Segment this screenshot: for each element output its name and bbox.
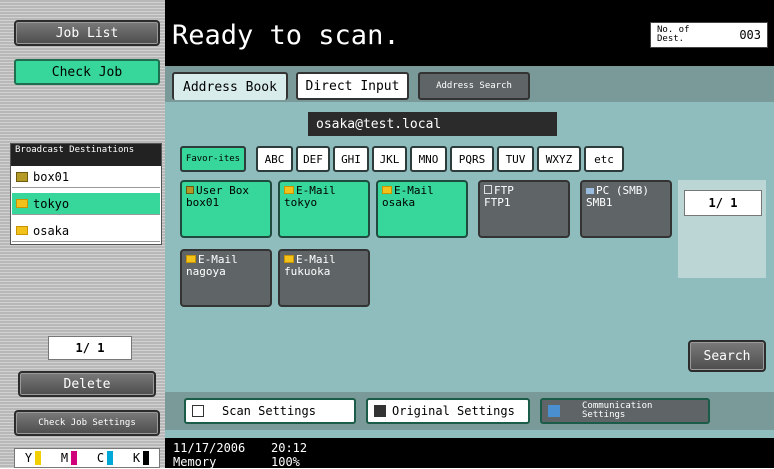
broadcast-pager: 1/ 1 (48, 336, 132, 360)
index-tab-tuv[interactable]: TUV (497, 146, 534, 172)
delete-button[interactable]: Delete (18, 371, 156, 397)
address-tile-nagoya[interactable]: E-Mail nagoya (180, 249, 272, 307)
communication-settings-button[interactable]: Communication Settings (540, 398, 710, 424)
broadcast-item[interactable]: box01 (12, 166, 160, 188)
selected-destination-field: osaka@test.local (308, 112, 557, 136)
envelope-icon (16, 226, 28, 235)
toner-black: K (133, 451, 150, 465)
address-tile-tokyo[interactable]: E-Mail tokyo (278, 180, 370, 238)
tab-address-search[interactable]: Address Search (418, 72, 530, 100)
envelope-icon (382, 186, 392, 194)
job-list-button[interactable]: Job List (14, 20, 160, 46)
envelope-icon (16, 199, 28, 208)
scan-settings-icon (192, 405, 204, 417)
index-tab-def[interactable]: DEF (296, 146, 330, 172)
number-of-destinations: No. of Dest. 003 (650, 22, 768, 48)
index-tab-pqrs[interactable]: PQRS (450, 146, 494, 172)
address-tile-osaka[interactable]: E-Mail osaka (376, 180, 468, 238)
original-settings-icon (374, 405, 386, 417)
original-settings-button[interactable]: Original Settings (366, 398, 530, 424)
scan-settings-button[interactable]: Scan Settings (184, 398, 356, 424)
index-tab-jkl[interactable]: JKL (372, 146, 407, 172)
broadcast-item[interactable]: tokyo (12, 193, 160, 215)
num-dest-label: No. of Dest. (657, 25, 690, 44)
tab-direct-input[interactable]: Direct Input (296, 72, 409, 100)
pc-icon (586, 188, 594, 194)
communication-settings-icon (548, 405, 560, 417)
toner-yellow: Y (25, 451, 42, 465)
page-indicator: 1/ 1 (684, 190, 762, 216)
check-job-button[interactable]: Check Job (14, 59, 160, 85)
broadcast-item-label: tokyo (33, 196, 70, 211)
address-tile-ftp1[interactable]: FTP FTP1 (478, 180, 570, 238)
envelope-icon (284, 255, 294, 263)
index-tab-mno[interactable]: MNO (410, 146, 447, 172)
address-tile-smb1[interactable]: PC (SMB) SMB1 (580, 180, 672, 238)
address-tile-fukuoka[interactable]: E-Mail fukuoka (278, 249, 370, 307)
index-tab-etc[interactable]: etc (584, 146, 624, 172)
envelope-icon (186, 255, 196, 263)
user-box-icon (16, 171, 28, 182)
broadcast-item-label: osaka (33, 223, 70, 238)
broadcast-title: Broadcast Destinations (11, 144, 161, 166)
status-message: Ready to scan. (172, 20, 400, 51)
user-box-icon (186, 186, 194, 194)
index-tab-favorites[interactable]: Favor-ites (180, 146, 246, 172)
status-time: 20:12 (271, 441, 308, 455)
status-bar: 11/17/2006 20:12 Memory 100% (165, 438, 774, 469)
toner-indicator: Y M C K (14, 448, 160, 468)
index-tab-wxyz[interactable]: WXYZ (537, 146, 581, 172)
ftp-icon (484, 185, 492, 194)
toner-cyan: C (97, 451, 114, 465)
address-tile-box01[interactable]: User Box box01 (180, 180, 272, 238)
broadcast-item[interactable]: osaka (12, 220, 160, 242)
toner-magenta: M (61, 451, 78, 465)
index-tab-abc[interactable]: ABC (256, 146, 293, 172)
memory-value: 100% (271, 455, 300, 469)
num-dest-value: 003 (739, 28, 761, 42)
check-job-settings-button[interactable]: Check Job Settings (14, 410, 160, 436)
status-date: 11/17/2006 (173, 441, 246, 455)
envelope-icon (284, 186, 294, 194)
tab-address-book[interactable]: Address Book (172, 72, 288, 100)
search-button[interactable]: Search (688, 340, 766, 372)
memory-label: Memory (173, 455, 217, 469)
index-tab-ghi[interactable]: GHI (333, 146, 369, 172)
broadcast-item-label: box01 (33, 169, 70, 184)
